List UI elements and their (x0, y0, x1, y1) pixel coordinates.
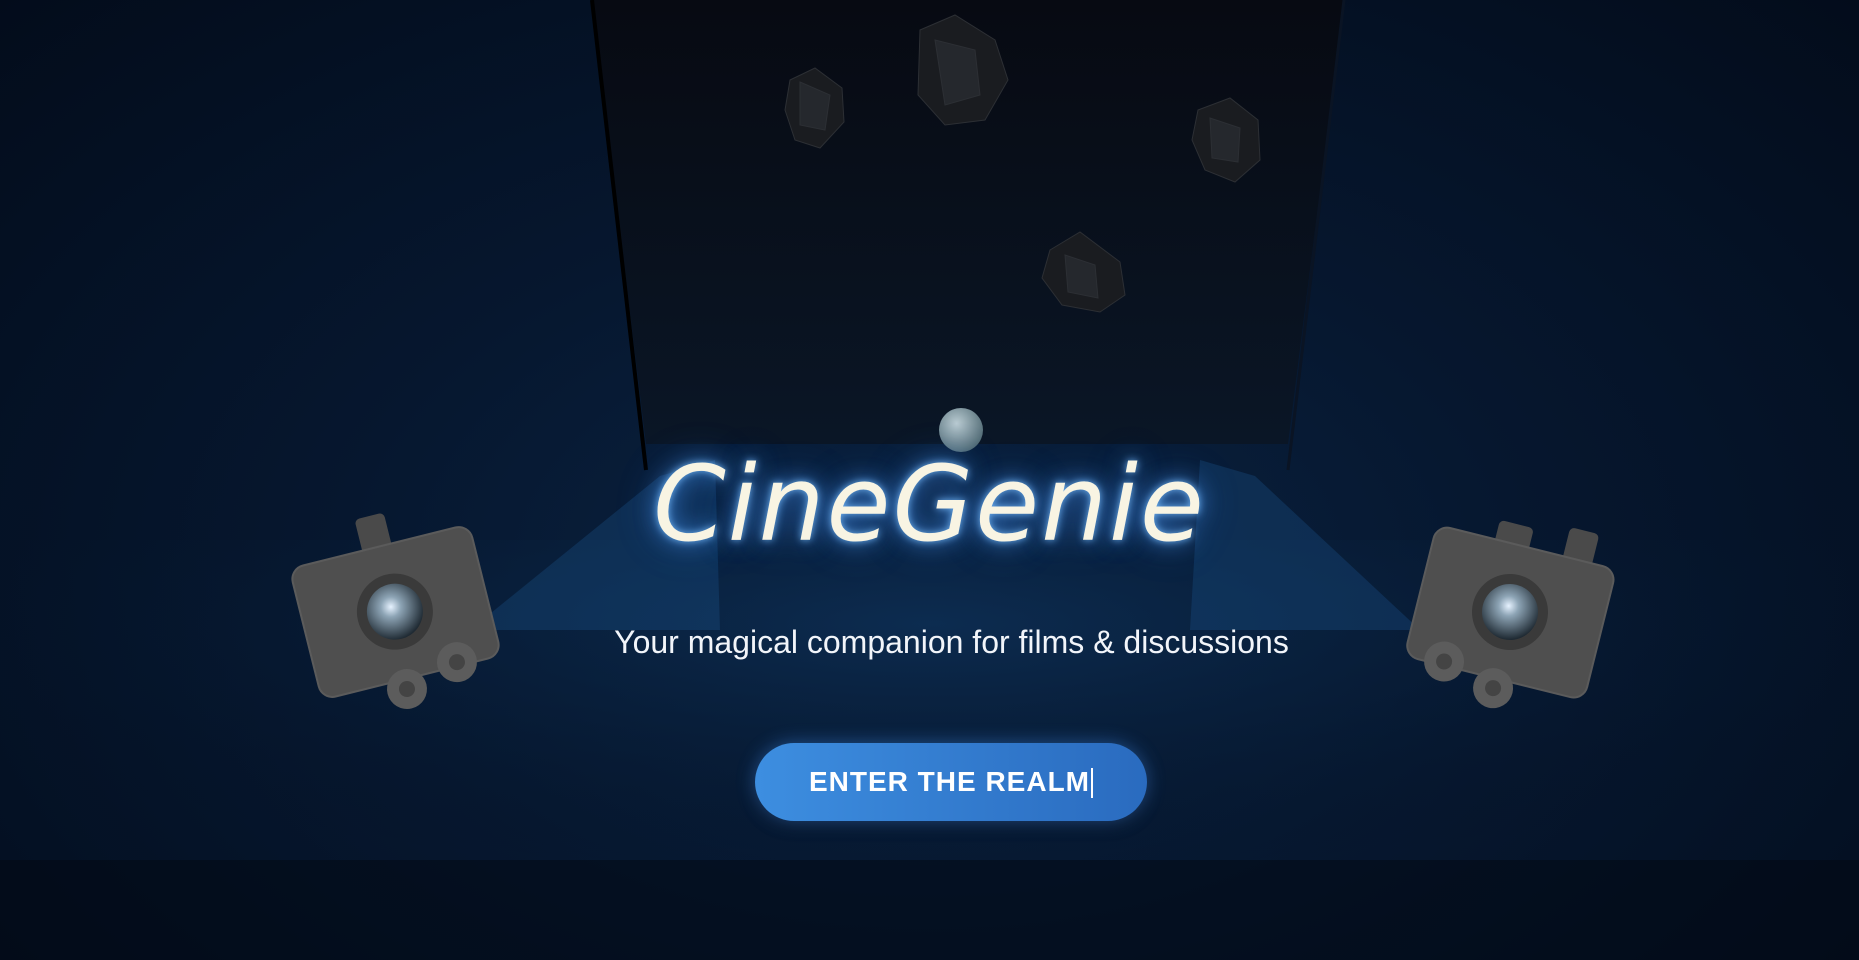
app-tagline: Your magical companion for films & discu… (614, 624, 1289, 660)
landing-scene: CineGenie Your magical companion for fil… (0, 0, 1859, 960)
text-caret (1091, 768, 1093, 799)
enter-realm-button[interactable]: ENTER THE REALM (755, 743, 1147, 821)
bottom-vignette (0, 860, 1859, 960)
enter-realm-button-label: ENTER THE REALM (809, 765, 1090, 797)
app-title: CineGenie (653, 443, 1206, 565)
